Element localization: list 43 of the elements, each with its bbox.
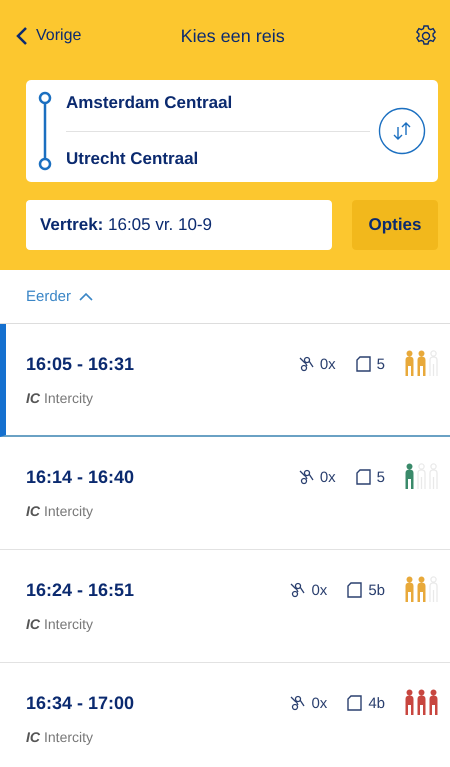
transfer-count: 0x bbox=[320, 356, 336, 372]
transfer-icon bbox=[298, 356, 314, 372]
train-type-code: IC bbox=[26, 616, 40, 632]
trip-times: 16:34 - 17:00 bbox=[26, 692, 134, 714]
screen-title: Kies een reis bbox=[180, 26, 285, 46]
chevron-left-icon bbox=[16, 26, 28, 46]
transfer-count: 0x bbox=[320, 468, 336, 486]
train-type: Intercity bbox=[44, 729, 94, 745]
platform-number: 4b bbox=[368, 694, 385, 712]
platform-icon bbox=[356, 469, 371, 485]
platform-number: 5b bbox=[368, 582, 385, 598]
trip-row[interactable]: 16:14 - 16:40 0x 5 IC Intercity bbox=[0, 437, 450, 550]
platform-number: 5 bbox=[376, 356, 385, 372]
trip-times: 16:24 - 16:51 bbox=[26, 580, 134, 600]
transfer-icon bbox=[289, 582, 306, 598]
train-type: Intercity bbox=[44, 503, 94, 519]
back-link[interactable]: Vorige bbox=[16, 26, 82, 46]
train-type-code: IC bbox=[26, 729, 40, 745]
platform-icon bbox=[356, 356, 371, 372]
train-type: Intercity bbox=[44, 390, 94, 406]
platform-number: 5 bbox=[376, 468, 385, 486]
earlier-link[interactable]: Eerder bbox=[0, 270, 450, 324]
transfer-count: 0x bbox=[311, 582, 328, 598]
to-station[interactable]: Utrecht Centraal bbox=[66, 147, 370, 171]
trip-times: 16:05 - 16:31 bbox=[26, 354, 134, 374]
train-type-code: IC bbox=[26, 503, 40, 519]
platform-icon bbox=[347, 582, 362, 598]
route-line-icon bbox=[38, 91, 52, 171]
swap-icon[interactable] bbox=[378, 107, 426, 155]
transfer-count: 0x bbox=[311, 694, 328, 712]
trip-times: 16:14 - 16:40 bbox=[26, 466, 134, 488]
transfer-icon bbox=[289, 695, 306, 711]
options-button[interactable]: Opties bbox=[352, 200, 438, 250]
train-type: Intercity bbox=[44, 616, 94, 632]
chevron-up-icon bbox=[79, 292, 94, 301]
trip-row[interactable]: 16:24 - 16:51 0x 5b IC Intercity bbox=[0, 550, 450, 663]
departure-field[interactable]: Vertrek: 16:05 vr. 10-9 bbox=[26, 200, 332, 250]
platform-icon bbox=[347, 695, 362, 711]
train-type-code: IC bbox=[26, 390, 40, 406]
trip-row[interactable]: 16:34 - 17:00 0x 4b IC Intercity bbox=[0, 663, 450, 767]
from-station[interactable]: Amsterdam Centraal bbox=[66, 91, 370, 115]
transfer-icon bbox=[298, 469, 314, 485]
trip-row[interactable]: 16:05 - 16:31 0x 5 IC Intercity bbox=[0, 324, 450, 437]
